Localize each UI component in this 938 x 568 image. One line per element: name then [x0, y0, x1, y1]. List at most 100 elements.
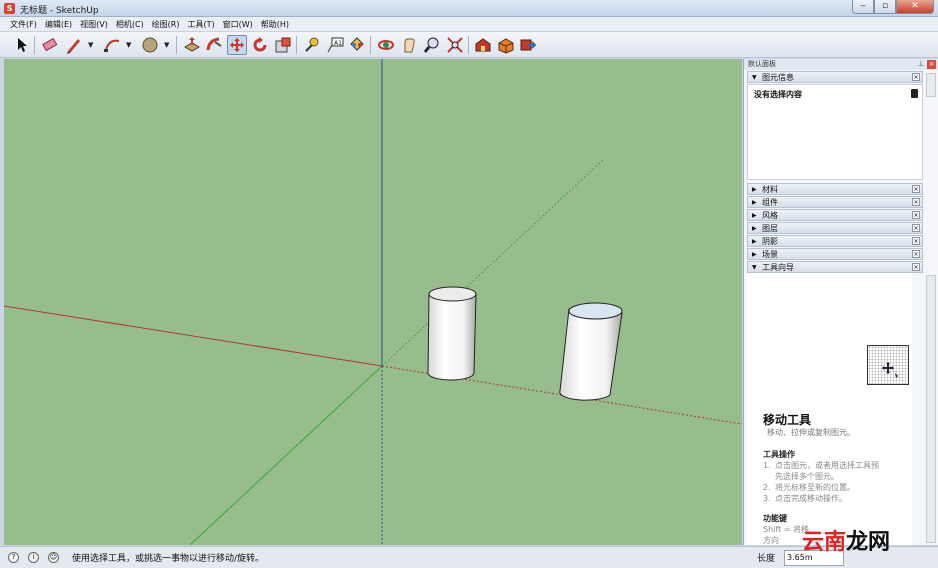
close-tray-icon[interactable]: ×	[912, 263, 920, 271]
length-label: 长度	[757, 554, 776, 564]
circle-icon[interactable]	[140, 35, 160, 55]
tray-label: 工具向导	[762, 263, 794, 272]
pin-icon[interactable]: ⊥	[918, 59, 924, 70]
orbit-icon[interactable]	[376, 35, 396, 55]
model-viewport[interactable]	[4, 59, 742, 545]
follow-me-icon[interactable]	[204, 35, 224, 55]
panel-header: 默认面板 ⊥ ×	[744, 59, 938, 70]
window-title: 无标题 - SketchUp	[20, 6, 99, 16]
warehouse-icon[interactable]	[473, 35, 493, 55]
close-tray-icon[interactable]: ×	[912, 237, 920, 245]
eraser-icon[interactable]	[40, 35, 60, 55]
push-pull-icon[interactable]	[182, 35, 202, 55]
cylinder-1	[427, 286, 477, 381]
close-tray-icon[interactable]: ×	[912, 211, 920, 219]
maximize-button[interactable]: ▫	[874, 0, 896, 14]
paint-bucket-icon[interactable]	[347, 35, 367, 55]
chevron-right-icon: ▶	[752, 199, 757, 206]
svg-text:A1: A1	[334, 40, 342, 47]
instructor-scrollbar[interactable]	[926, 275, 936, 543]
close-panel-icon[interactable]: ×	[927, 60, 936, 69]
tape-measure-icon[interactable]	[302, 35, 322, 55]
share-model-icon[interactable]	[518, 35, 538, 55]
tray-instructor[interactable]: ▼ 工具向导 ×	[747, 261, 923, 273]
scale-icon[interactable]	[273, 35, 293, 55]
menu-window[interactable]: 窗口(W)	[219, 17, 257, 31]
chevron-right-icon: ▶	[752, 251, 757, 258]
menu-tools[interactable]: 工具(T)	[184, 17, 219, 31]
cylinder-2	[559, 302, 623, 401]
chevron-right-icon: ▶	[752, 212, 757, 219]
close-tray-icon[interactable]: ×	[912, 185, 920, 193]
window-controls: ‒ ▫ ✕	[852, 0, 934, 15]
instructor-content: 移动工具 移动、拉伸或复制图元。 工具操作 1. 点击图元，或者用选择工具预 先选…	[747, 273, 912, 545]
select-arrow-icon[interactable]	[12, 35, 32, 55]
op-line: 先选择多个图元。	[775, 472, 839, 481]
close-tray-icon[interactable]: ×	[912, 73, 920, 81]
tray-components[interactable]: ▶ 组件 ×	[747, 196, 923, 208]
ops-heading: 工具操作	[763, 450, 795, 459]
menu-edit[interactable]: 编辑(E)	[41, 17, 76, 31]
chevron-right-icon: ▶	[752, 238, 757, 245]
menu-bar: 文件(F) 编辑(E) 视图(V) 相机(C) 绘图(R) 工具(T) 窗口(W…	[0, 17, 938, 32]
tray-entity-info[interactable]: ▼ 图元信息 ×	[747, 71, 923, 83]
tray-layers[interactable]: ▶ 图层 ×	[747, 222, 923, 234]
scrollbar[interactable]	[926, 73, 936, 97]
tray-label: 组件	[762, 198, 778, 207]
tray-shadows[interactable]: ▶ 阴影 ×	[747, 235, 923, 247]
menu-draw[interactable]: 绘图(R)	[148, 17, 184, 31]
minimize-button[interactable]: ‒	[852, 0, 874, 14]
menu-file[interactable]: 文件(F)	[6, 17, 41, 31]
pan-icon[interactable]	[399, 35, 419, 55]
arc-dropdown-icon[interactable]: ▼	[126, 41, 131, 49]
move-icon	[882, 362, 898, 378]
keys-heading: 功能键	[763, 514, 787, 523]
status-bar: ? i ☺ 使用选择工具，或挑选一事物以进行移动/旋转。 长度 3.65m	[0, 546, 938, 568]
close-button[interactable]: ✕	[896, 0, 934, 14]
circle-dropdown-icon[interactable]: ▼	[164, 41, 169, 49]
menu-help[interactable]: 帮助(H)	[257, 17, 293, 31]
chevron-down-icon: ▼	[752, 264, 757, 271]
watermark-logo: 云南龙网	[802, 530, 891, 555]
instructor-title: 移动工具	[763, 413, 812, 427]
close-tray-icon[interactable]: ×	[912, 198, 920, 206]
close-tray-icon[interactable]: ×	[912, 224, 920, 232]
entity-info-text: 没有选择内容	[754, 90, 802, 99]
tray-label: 图元信息	[762, 73, 794, 82]
close-tray-icon[interactable]: ×	[912, 250, 920, 258]
entity-info-content: 没有选择内容	[747, 84, 923, 180]
move-icon[interactable]	[227, 35, 247, 55]
text-icon[interactable]: A1	[325, 35, 345, 55]
sketchup-icon: S	[4, 3, 15, 14]
move-tool-illustration	[867, 345, 909, 385]
arc-icon[interactable]	[102, 35, 122, 55]
default-tray-panel: 默认面板 ⊥ × ▼ 图元信息 × 没有选择内容 ▶ 材料 × ▶ 组件 × ▶…	[743, 59, 938, 545]
zoom-icon[interactable]	[422, 35, 442, 55]
rotate-icon[interactable]	[250, 35, 270, 55]
instructor-subtitle: 移动、拉伸或复制图元。	[767, 428, 855, 437]
key-line: 方向	[763, 536, 779, 545]
tray-label: 场景	[762, 250, 778, 259]
status-message: 使用选择工具，或挑选一事物以进行移动/旋转。	[72, 554, 265, 564]
tray-label: 阴影	[762, 237, 778, 246]
tray-label: 风格	[762, 211, 778, 220]
chevron-right-icon: ▶	[752, 186, 757, 193]
lock-icon[interactable]	[911, 89, 918, 98]
op-line: 1. 点击图元，或者用选择工具预	[763, 461, 879, 470]
title-bar: S 无标题 - SketchUp ‒ ▫ ✕	[0, 0, 938, 17]
info-icon[interactable]: i	[28, 552, 39, 563]
zoom-extents-icon[interactable]	[445, 35, 465, 55]
tray-materials[interactable]: ▶ 材料 ×	[747, 183, 923, 195]
user-icon[interactable]: ☺	[48, 552, 59, 563]
pencil-icon[interactable]	[64, 35, 84, 55]
tray-styles[interactable]: ▶ 风格 ×	[747, 209, 923, 221]
chevron-down-icon: ▼	[752, 74, 757, 81]
tray-scenes[interactable]: ▶ 场景 ×	[747, 248, 923, 260]
tray-label: 材料	[762, 185, 778, 194]
components-icon[interactable]	[496, 35, 516, 55]
chevron-right-icon: ▶	[752, 225, 757, 232]
geolocation-icon[interactable]: ?	[8, 552, 19, 563]
menu-camera[interactable]: 相机(C)	[112, 17, 148, 31]
menu-view[interactable]: 视图(V)	[76, 17, 112, 31]
pencil-dropdown-icon[interactable]: ▼	[88, 41, 93, 49]
